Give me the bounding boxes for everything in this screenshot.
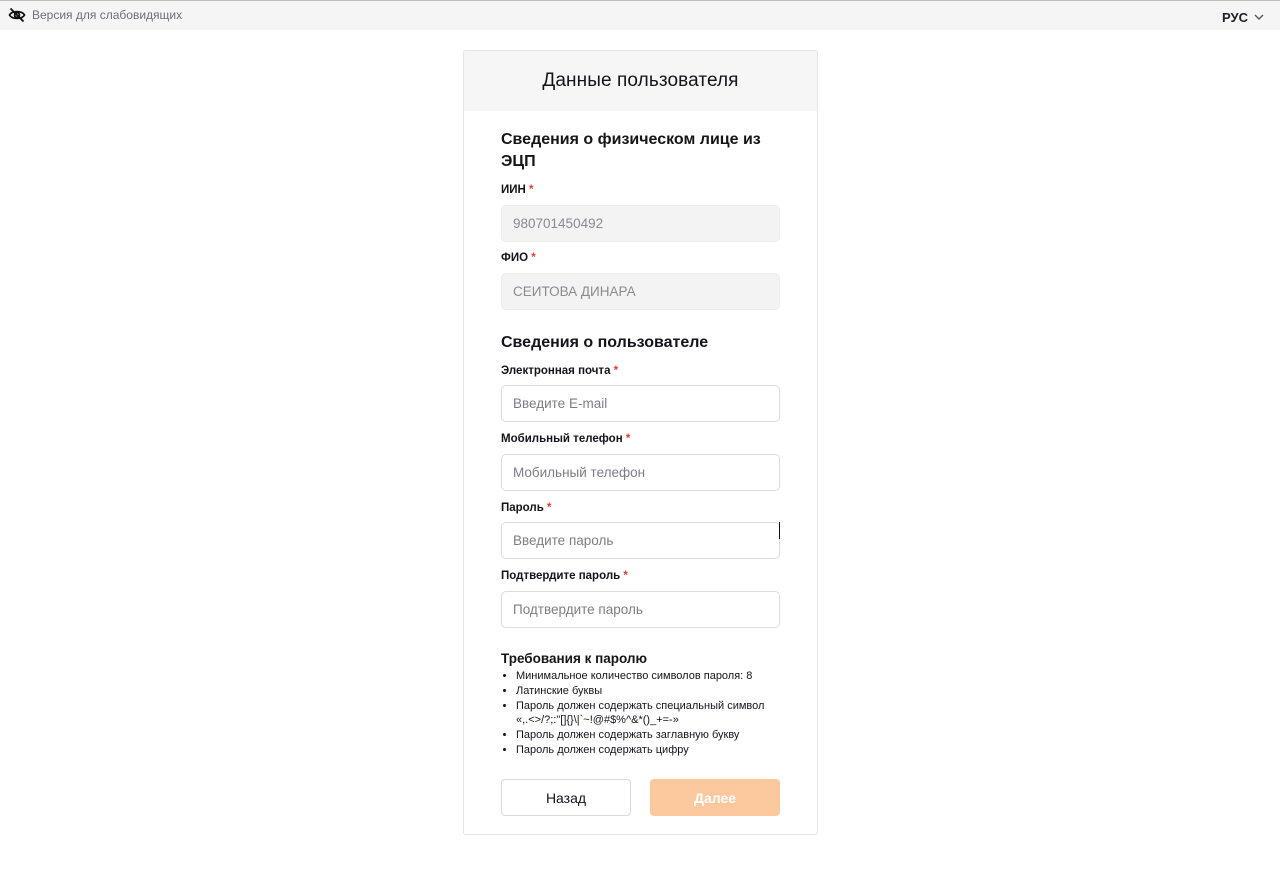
next-button[interactable]: Далее <box>650 779 780 816</box>
confirm-password-label-text: Подтвердите пароль <box>501 570 621 582</box>
required-asterisk: * <box>613 365 619 377</box>
confirm-password-field[interactable] <box>501 591 780 628</box>
password-label: Пароль * <box>501 502 552 514</box>
phone-label-text: Мобильный телефон <box>501 433 623 445</box>
password-label-text: Пароль <box>501 502 544 514</box>
user-data-card: Данные пользователя Сведения о физическо… <box>463 50 818 835</box>
iin-label: ИИН * <box>501 184 534 196</box>
top-bar: Версия для слабовидящих РУС <box>0 0 1280 30</box>
requirement-item: Латинские буквы <box>516 684 791 699</box>
confirm-password-label: Подтвердите пароль * <box>501 570 628 582</box>
phone-label: Мобильный телефон * <box>501 433 630 445</box>
requirement-item: Пароль должен содержать специальный симв… <box>516 699 791 729</box>
email-field[interactable] <box>501 385 780 422</box>
iin-label-text: ИИН <box>501 184 526 196</box>
phone-field[interactable] <box>501 454 780 491</box>
page-title: Данные пользователя <box>542 70 739 91</box>
card-header: Данные пользователя <box>464 51 817 111</box>
required-asterisk: * <box>529 184 534 196</box>
requirement-item: Пароль должен содержать заглавную букву <box>516 728 791 743</box>
person-section-title: Сведения о физическом лице из ЭЦП <box>501 131 761 170</box>
requirement-item: Минимальное количество символов пароля: … <box>516 669 791 684</box>
password-requirements-list: Минимальное количество символов пароля: … <box>501 669 791 758</box>
eye-off-icon <box>8 7 26 23</box>
iin-field[interactable] <box>501 205 780 242</box>
special-characters: «,.<>/?;:"[]{}\|`~!@#$%^&*()_+=-» <box>516 714 679 727</box>
language-selector[interactable]: РУС <box>1222 8 1264 26</box>
required-asterisk: * <box>547 502 552 514</box>
language-label: РУС <box>1222 9 1248 25</box>
email-label-text: Электронная почта <box>501 365 611 377</box>
text-cursor <box>779 522 780 539</box>
requirement-item: Пароль должен содержать цифру <box>516 743 791 758</box>
back-button[interactable]: Назад <box>501 779 631 816</box>
fio-field[interactable] <box>501 273 780 310</box>
required-asterisk: * <box>531 252 536 264</box>
user-section-title: Сведения о пользователе <box>501 334 709 351</box>
required-asterisk: * <box>623 570 628 582</box>
accessibility-label: Версия для слабовидящих <box>32 8 183 22</box>
required-asterisk: * <box>625 433 631 445</box>
requirement-text: Пароль должен содержать специальный симв… <box>516 699 765 712</box>
password-requirements-title: Требования к паролю <box>501 651 648 666</box>
accessibility-toggle[interactable]: Версия для слабовидящих <box>8 7 182 23</box>
fio-label: ФИО * <box>501 252 536 264</box>
password-field[interactable] <box>501 522 780 559</box>
fio-label-text: ФИО <box>501 252 529 264</box>
email-label: Электронная почта * <box>501 365 618 377</box>
chevron-down-icon <box>1254 8 1264 26</box>
